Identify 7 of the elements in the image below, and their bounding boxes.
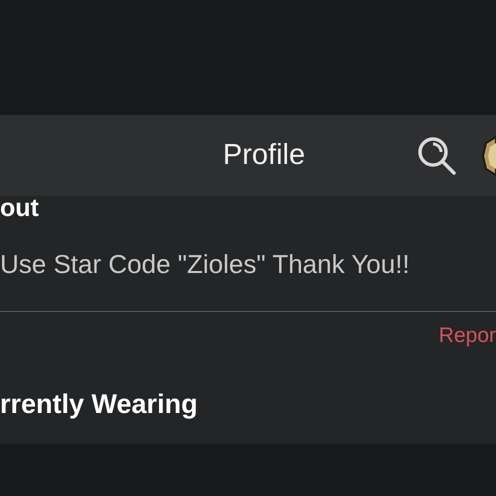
wearing-heading: rrently Wearing <box>0 388 199 420</box>
hexagon-coin-icon[interactable] <box>482 134 496 176</box>
about-heading: out <box>0 194 40 222</box>
page-title: Profile <box>222 139 306 172</box>
report-link[interactable]: Repor <box>438 324 496 348</box>
search-icon[interactable] <box>416 134 458 176</box>
bio-text: Use Star Code "Zioles" Thank You!! <box>0 249 411 279</box>
